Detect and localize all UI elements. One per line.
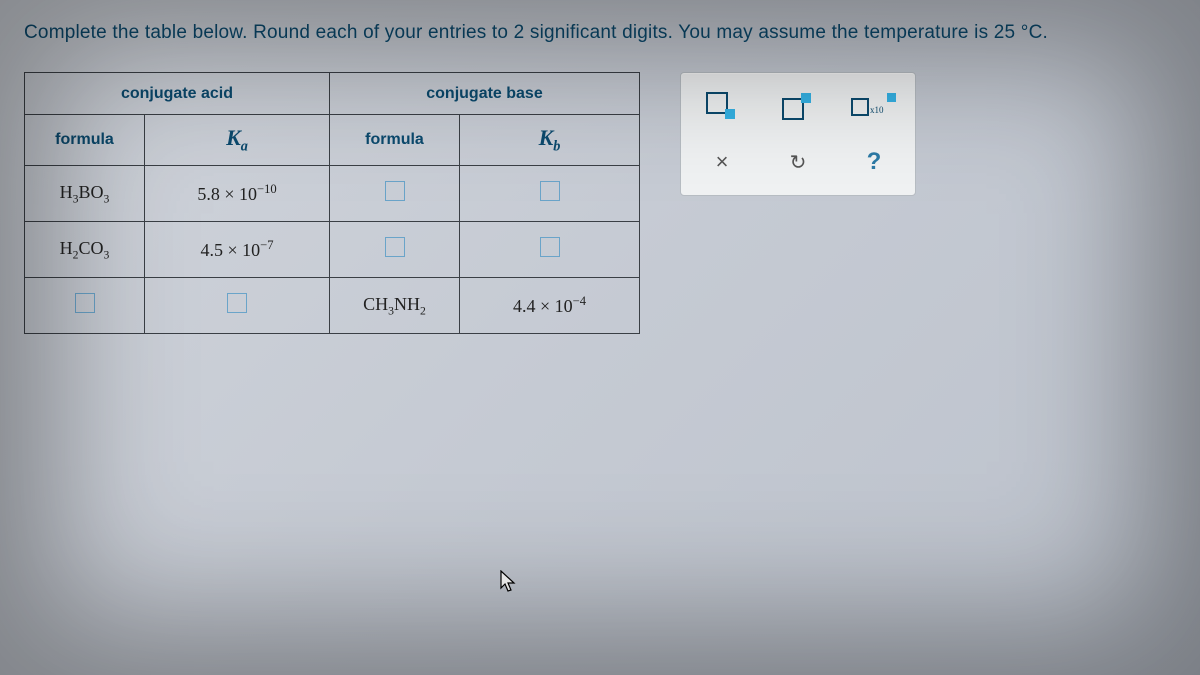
cell-acid-formula[interactable] <box>25 278 145 334</box>
header-ka: Ka <box>145 115 330 166</box>
tool-clear[interactable]: × <box>698 143 746 181</box>
blank-input[interactable] <box>75 293 95 313</box>
header-formula-base: formula <box>330 115 460 166</box>
cell-base-formula: CH3NH2 <box>330 278 460 334</box>
instruction-text: Complete the table below. Round each of … <box>24 22 1176 44</box>
blank-input[interactable] <box>540 181 560 201</box>
tool-reset[interactable]: ↻ <box>774 143 822 181</box>
cell-base-formula[interactable] <box>330 222 460 278</box>
tool-subscript[interactable] <box>698 87 746 125</box>
reset-icon: ↻ <box>790 150 807 175</box>
blank-input[interactable] <box>385 181 405 201</box>
cursor-icon <box>500 570 518 594</box>
header-formula-acid: formula <box>25 115 145 166</box>
blank-input[interactable] <box>385 237 405 257</box>
x-icon: × <box>716 149 729 175</box>
cell-acid-formula: H2CO3 <box>25 222 145 278</box>
tool-superscript[interactable] <box>774 87 822 125</box>
table-row: CH3NH2 4.4 × 10−4 <box>25 278 640 334</box>
cell-kb: 4.4 × 10−4 <box>460 278 640 334</box>
cell-acid-formula: H3BO3 <box>25 166 145 222</box>
cell-ka: 4.5 × 10−7 <box>145 222 330 278</box>
svg-text:x10: x10 <box>870 105 884 115</box>
conjugate-table: conjugate acid conjugate base formula Ka… <box>24 72 640 334</box>
table-row: H2CO3 4.5 × 10−7 <box>25 222 640 278</box>
cell-kb[interactable] <box>460 166 640 222</box>
table-row: H3BO3 5.8 × 10−10 <box>25 166 640 222</box>
cell-base-formula[interactable] <box>330 166 460 222</box>
tool-help[interactable]: ? <box>850 143 898 181</box>
header-conjugate-acid: conjugate acid <box>25 73 330 115</box>
blank-input[interactable] <box>227 293 247 313</box>
header-conjugate-base: conjugate base <box>330 73 640 115</box>
header-kb: Kb <box>460 115 640 166</box>
tool-palette: x10 × ↻ ? <box>680 72 916 196</box>
cell-ka[interactable] <box>145 278 330 334</box>
cell-ka: 5.8 × 10−10 <box>145 166 330 222</box>
cell-kb[interactable] <box>460 222 640 278</box>
help-icon: ? <box>867 148 882 176</box>
tool-sci-notation[interactable]: x10 <box>850 87 898 125</box>
blank-input[interactable] <box>540 237 560 257</box>
